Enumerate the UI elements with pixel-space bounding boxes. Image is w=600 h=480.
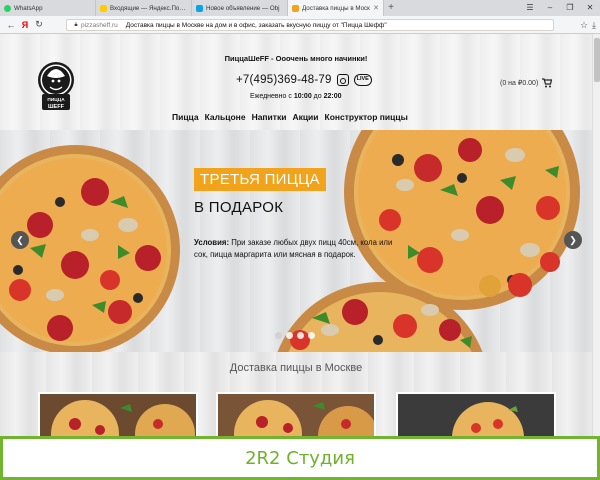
hours-mid: до xyxy=(311,93,324,100)
menu-item-pizza-builder[interactable]: Конструктор пиццы xyxy=(325,112,408,122)
site-slogan: ПиццаШеFF - Ооочень много начинки! xyxy=(224,54,368,63)
slider-dot[interactable] xyxy=(286,332,293,339)
back-icon[interactable]: ← xyxy=(4,20,18,30)
promo-subtitle: В ПОДАРОК xyxy=(194,199,284,216)
tab-label: Входящие — Яндекс.Почта xyxy=(110,4,187,12)
new-tab-button[interactable]: + xyxy=(384,0,398,16)
site-favicon-icon xyxy=(196,4,203,12)
slider-prev-button[interactable]: ❮ xyxy=(11,231,29,249)
hours-from: 10:00 xyxy=(293,93,312,100)
close-window-icon[interactable]: ✕ xyxy=(580,0,600,16)
page-scrollbar[interactable] xyxy=(592,34,600,436)
cart-icon xyxy=(542,78,553,88)
slider-dot[interactable] xyxy=(297,332,304,339)
phone-number[interactable]: +7(495)369-48-79 xyxy=(236,74,332,86)
watermark-text: 2R2 Студия xyxy=(245,447,355,469)
working-hours: Ежедневно с 10:00 до 22:00 xyxy=(250,93,342,100)
menu-item-calzone[interactable]: Кальцоне xyxy=(205,112,246,122)
promo-conditions: Условия: При заказе любых двух пицц 40см… xyxy=(194,237,404,261)
promo-slider: ТРЕТЬЯ ПИЦЦА В ПОДАРОК Условия: При зака… xyxy=(0,130,592,352)
pizza-favicon-icon xyxy=(292,4,299,12)
close-tab-icon[interactable]: ✕ xyxy=(373,4,379,12)
live-icon[interactable]: LIVE xyxy=(353,74,372,86)
tab-whatsapp[interactable]: WhatsApp xyxy=(0,0,96,16)
pizza-card-image xyxy=(40,394,196,436)
lock-icon: 🔒︎ xyxy=(74,21,78,28)
mail-favicon-icon xyxy=(100,4,107,12)
tab-label: Доставка пиццы в Моск xyxy=(302,4,370,12)
slider-dots xyxy=(275,332,315,339)
conditions-label: Условия: xyxy=(194,238,230,247)
cart-button[interactable]: (0 на ₽0.00) xyxy=(500,78,553,88)
logo-text-top: ПИЦЦА xyxy=(47,97,65,103)
whatsapp-favicon-icon xyxy=(4,4,11,12)
pizza-sheff-logo[interactable]: ПИЦЦА ШЕFF xyxy=(36,54,76,116)
menu-item-promotions[interactable]: Акции xyxy=(292,112,318,122)
site-header: ПИЦЦА ШЕFF ПиццаШеFF - Ооочень много нач… xyxy=(0,34,592,130)
delivery-section: Доставка пиццы в Москве xyxy=(0,352,592,438)
scrollbar-thumb[interactable] xyxy=(594,38,600,82)
tab-label: Новое объявление — Obj xyxy=(206,4,280,12)
window-controls: ☰ – ❐ ✕ xyxy=(520,0,600,16)
hours-to: 22:00 xyxy=(323,93,342,100)
logo-text-bottom: ШЕFF xyxy=(48,104,65,110)
cart-summary: (0 на ₽0.00) xyxy=(500,80,539,87)
url-domain: pizzasheff.ru xyxy=(81,21,118,29)
tab-new-ad[interactable]: Новое объявление — Obj xyxy=(192,0,288,16)
bookmark-icon[interactable]: ☆ xyxy=(580,20,588,31)
url-page-title: Доставка пиццы в Москве на дом и в офис,… xyxy=(125,21,387,29)
section-title: Доставка пиццы в Москве xyxy=(229,362,363,374)
toolbar-right: ☆ ⤓ xyxy=(580,16,596,34)
url-field[interactable]: 🔒︎ pizzasheff.ru Доставка пиццы в Москве… xyxy=(66,19,554,31)
promo-title: ТРЕТЬЯ ПИЦЦА xyxy=(194,168,326,191)
pizza-card-image xyxy=(398,394,554,436)
main-menu: Пицца Кальцоне Напитки Акции Конструктор… xyxy=(172,112,408,122)
menu-item-drinks[interactable]: Напитки xyxy=(252,112,287,122)
reload-icon[interactable]: ↻ xyxy=(32,19,46,30)
pizza-card-image xyxy=(218,394,374,436)
hours-prefix: Ежедневно с xyxy=(250,93,294,100)
pizza-card[interactable] xyxy=(38,392,198,438)
instagram-icon[interactable] xyxy=(336,74,349,86)
maximize-icon[interactable]: ❐ xyxy=(560,0,580,16)
download-icon[interactable]: ⤓ xyxy=(592,20,596,31)
address-bar-row: ← Я ↻ 🔒︎ pizzasheff.ru Доставка пиццы в … xyxy=(0,16,600,34)
pizza-card[interactable] xyxy=(396,392,556,438)
slider-dot[interactable] xyxy=(275,332,282,339)
tab-yandex-mail[interactable]: Входящие — Яндекс.Почта xyxy=(96,0,192,16)
slider-dot[interactable] xyxy=(308,332,315,339)
watermark-banner: 2R2 Студия xyxy=(0,436,600,480)
browser-tab-strip: WhatsApp Входящие — Яндекс.Почта Новое о… xyxy=(0,0,600,16)
minimize-icon[interactable]: – xyxy=(540,0,560,16)
slider-next-button[interactable]: ❯ xyxy=(564,231,582,249)
menu-item-pizza[interactable]: Пицца xyxy=(172,112,199,122)
tab-label: WhatsApp xyxy=(14,4,43,12)
contact-row: +7(495)369-48-79 LIVE xyxy=(236,74,372,86)
yandex-icon[interactable]: Я xyxy=(18,20,32,30)
tab-pizza-delivery[interactable]: Доставка пиццы в Моск ✕ xyxy=(288,0,384,16)
pizza-card[interactable] xyxy=(216,392,376,438)
menu-icon[interactable]: ☰ xyxy=(520,0,540,16)
